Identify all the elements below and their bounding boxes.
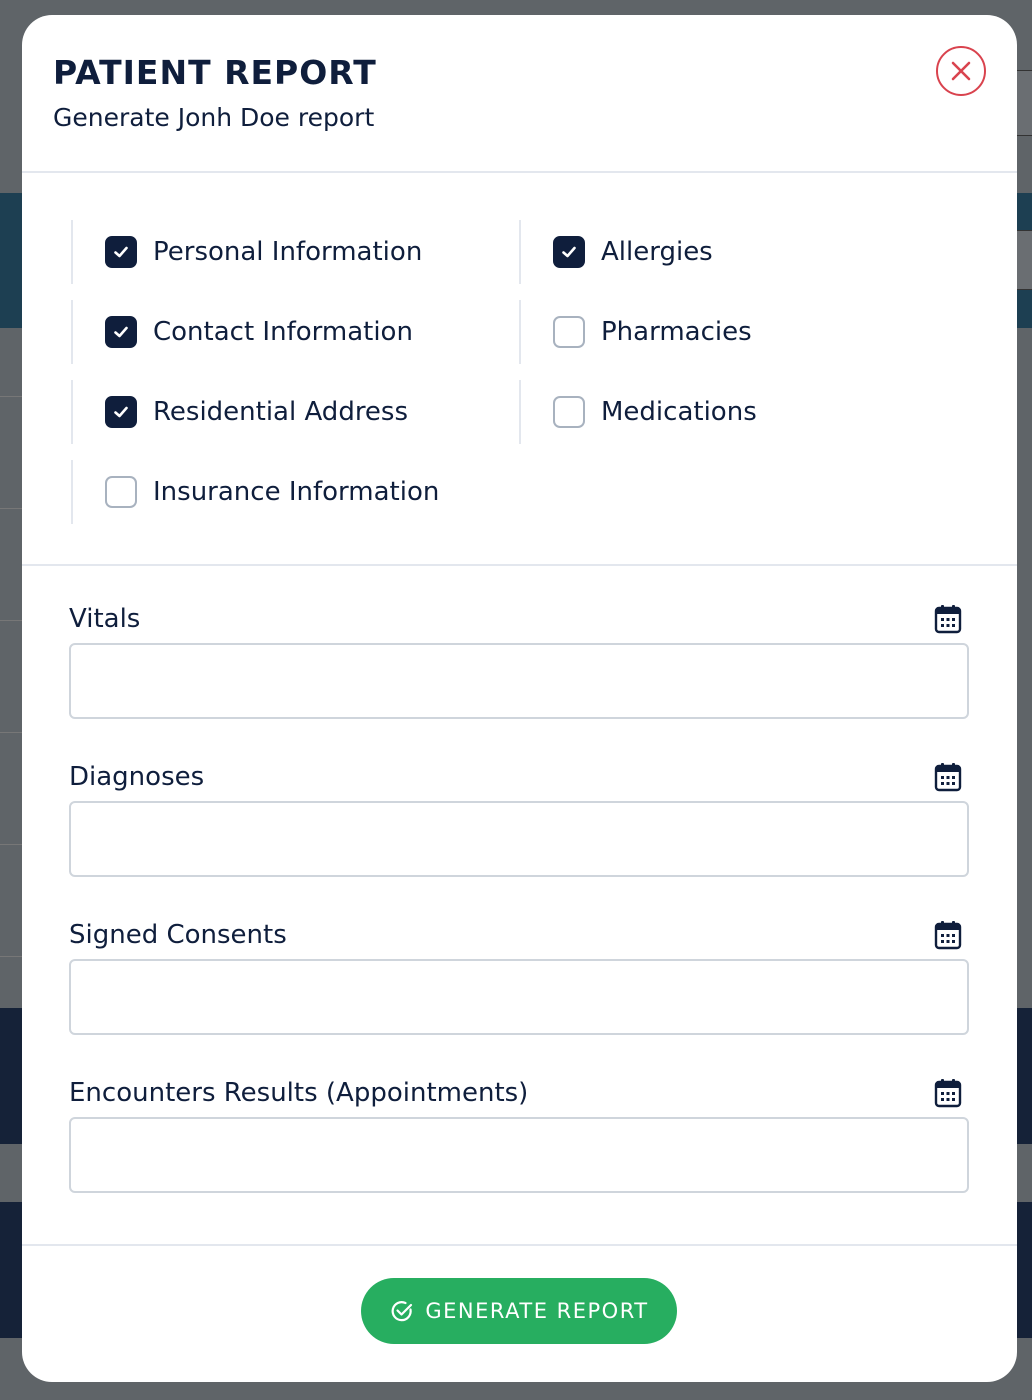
- date-range-fields: Vitals Diagnoses Signed Consents Encount…: [22, 566, 1017, 1246]
- checkbox[interactable]: [553, 396, 585, 428]
- calendar-icon[interactable]: [934, 762, 962, 792]
- background-divider: [0, 844, 22, 845]
- field-label-signed-consents: Signed Consents: [69, 920, 287, 950]
- checkmark-icon: [114, 246, 128, 258]
- checkbox[interactable]: [553, 316, 585, 348]
- background-divider: [0, 396, 22, 397]
- modal-subtitle: Generate Jonh Doe report: [53, 103, 375, 132]
- checkbox-label: Pharmacies: [601, 317, 752, 347]
- checkbox-label: Allergies: [601, 237, 713, 267]
- field-label-encounters-results: Encounters Results (Appointments): [69, 1078, 529, 1108]
- signed-consents-date-input[interactable]: [69, 959, 969, 1035]
- diagnoses-date-input[interactable]: [69, 801, 969, 877]
- background-divider: [0, 508, 22, 509]
- patient-report-modal: PATIENT REPORT Generate Jonh Doe report …: [22, 15, 1017, 1382]
- background-divider: [0, 732, 22, 733]
- report-sections: Personal Information Contact Information…: [22, 173, 1017, 566]
- calendar-icon[interactable]: [934, 920, 962, 950]
- modal-title: PATIENT REPORT: [53, 53, 377, 92]
- checkbox[interactable]: [105, 396, 137, 428]
- checkbox-insurance-information[interactable]: Insurance Information: [71, 460, 439, 524]
- generate-report-button[interactable]: GENERATE REPORT: [361, 1278, 677, 1344]
- checkbox-contact-information[interactable]: Contact Information: [71, 300, 413, 364]
- checkbox-allergies[interactable]: Allergies: [519, 220, 713, 284]
- field-label-vitals: Vitals: [69, 604, 141, 634]
- generate-report-label: GENERATE REPORT: [425, 1299, 649, 1323]
- checkbox-label: Medications: [601, 397, 757, 427]
- checkbox[interactable]: [553, 236, 585, 268]
- check-circle-icon: [392, 1301, 413, 1322]
- checkbox[interactable]: [105, 316, 137, 348]
- checkmark-icon: [114, 406, 128, 418]
- calendar-icon[interactable]: [934, 604, 962, 634]
- close-icon: [951, 61, 971, 81]
- close-button[interactable]: [936, 46, 986, 96]
- modal-footer: GENERATE REPORT: [22, 1246, 1017, 1376]
- background-divider: [0, 956, 22, 957]
- checkbox-medications[interactable]: Medications: [519, 380, 757, 444]
- background-divider: [0, 620, 22, 621]
- checkbox-label: Personal Information: [153, 237, 423, 267]
- checkbox-pharmacies[interactable]: Pharmacies: [519, 300, 752, 364]
- background-fragment: [1016, 230, 1032, 290]
- checkmark-icon: [562, 246, 576, 258]
- field-label-diagnoses: Diagnoses: [69, 762, 205, 792]
- vitals-date-input[interactable]: [69, 643, 969, 719]
- calendar-icon[interactable]: [934, 1078, 962, 1108]
- checkbox-label: Residential Address: [153, 397, 409, 427]
- encounters-results-date-input[interactable]: [69, 1117, 969, 1193]
- checkbox-label: Insurance Information: [153, 477, 440, 507]
- checkbox-label: Contact Information: [153, 317, 413, 347]
- checkbox[interactable]: [105, 236, 137, 268]
- modal-header: PATIENT REPORT Generate Jonh Doe report: [22, 15, 1017, 173]
- checkbox-personal-information[interactable]: Personal Information: [71, 220, 422, 284]
- checkbox-residential-address[interactable]: Residential Address: [71, 380, 408, 444]
- checkmark-icon: [114, 326, 128, 338]
- checkbox[interactable]: [105, 476, 137, 508]
- background-fragment: [1016, 70, 1032, 136]
